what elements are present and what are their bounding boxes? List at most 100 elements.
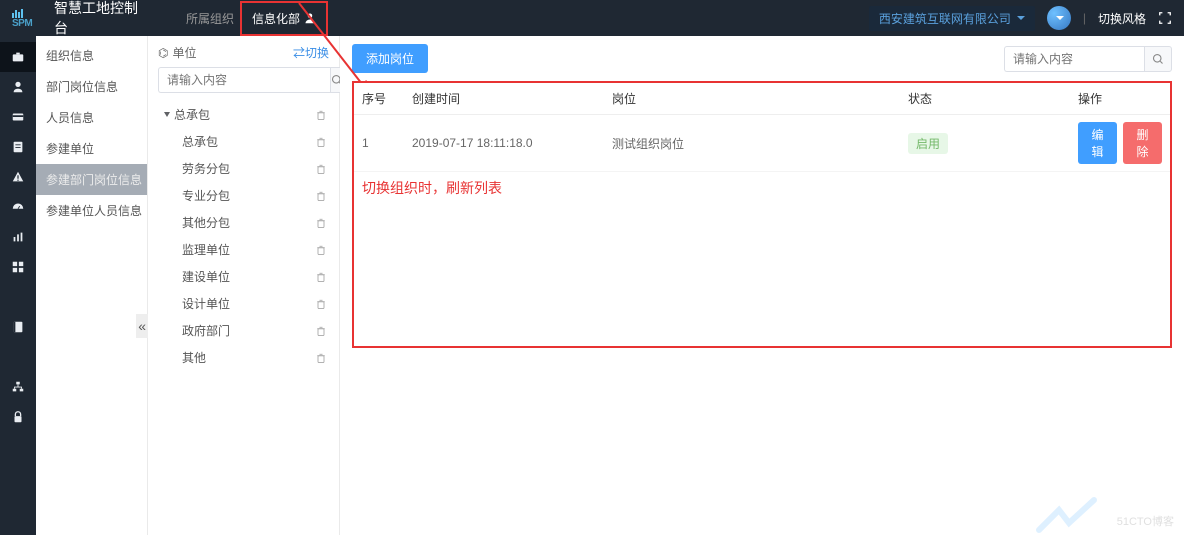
top-header: SPM 智慧工地控制台 所属组织 信息化部 西安建筑互联网有限公司 | 切换风格	[0, 0, 1184, 36]
hexagon-icon: ⌬	[158, 46, 168, 60]
th-index: 序号	[354, 83, 404, 114]
iconbar-grid[interactable]	[0, 252, 36, 282]
tree-title: ⌬ 单位	[158, 44, 197, 61]
crumb-current-label: 信息化部	[252, 10, 300, 27]
tree-node-child[interactable]: 其他	[160, 344, 329, 371]
crumb-parent[interactable]: 所属组织	[180, 10, 240, 27]
org-selector[interactable]: 西安建筑互联网有限公司	[869, 6, 1035, 31]
nav-item-dept-post[interactable]: 部门岗位信息	[36, 71, 147, 102]
tree-search-input[interactable]	[158, 67, 330, 93]
logo-mark: SPM	[12, 9, 46, 28]
tree-icon	[11, 380, 25, 394]
switch-theme-link[interactable]: 切换风格	[1098, 10, 1146, 27]
tree-switch-link[interactable]: ⇄切换	[293, 44, 329, 61]
nav-item-org-info[interactable]: 组织信息	[36, 40, 147, 71]
chevron-down-icon	[1056, 16, 1064, 20]
chart-icon	[11, 230, 25, 244]
trash-icon[interactable]	[315, 298, 327, 310]
trash-icon[interactable]	[315, 244, 327, 256]
trash-icon[interactable]	[315, 190, 327, 202]
tree-node-child[interactable]: 专业分包	[160, 182, 329, 209]
tree-node-label: 总承包	[182, 133, 218, 150]
tree-node-root[interactable]: 总承包	[160, 101, 329, 128]
nav-column: 组织信息 部门岗位信息 人员信息 参建单位 参建部门岗位信息 参建单位人员信息 …	[36, 36, 148, 535]
nav-item-personnel[interactable]: 人员信息	[36, 102, 147, 133]
fullscreen-icon[interactable]	[1158, 11, 1172, 25]
tree-node-child[interactable]: 建设单位	[160, 263, 329, 290]
tree-node-label: 其他	[182, 349, 206, 366]
tree-node-child[interactable]: 劳务分包	[160, 155, 329, 182]
delete-button[interactable]: 删 除	[1123, 122, 1162, 164]
dashboard-icon	[11, 200, 25, 214]
trash-icon[interactable]	[315, 325, 327, 337]
search-icon	[1152, 53, 1164, 65]
tree-root: 总承包 总承包 劳务分包 专业分包 其他分包 监理单位 建设单位 设计单位 政府…	[158, 101, 329, 371]
logo-block: SPM 智慧工地控制台	[0, 0, 160, 38]
caret-down-icon	[164, 112, 170, 117]
tree-column: ⌬ 单位 ⇄切换 总承包 总承包 劳务分包 专业分包 其他分包 监理单位 建设单…	[148, 36, 340, 535]
tree-node-label: 政府部门	[182, 322, 230, 339]
iconbar-card[interactable]	[0, 102, 36, 132]
trash-icon[interactable]	[315, 109, 327, 121]
book-icon	[11, 320, 25, 334]
card-icon	[11, 110, 25, 124]
watermark-logo	[1034, 495, 1104, 535]
header-right: 西安建筑互联网有限公司 | 切换风格	[869, 6, 1184, 31]
iconbar-tree[interactable]	[0, 372, 36, 402]
layout: 组织信息 部门岗位信息 人员信息 参建单位 参建部门岗位信息 参建单位人员信息 …	[0, 36, 1184, 535]
app-title: 智慧工地控制台	[54, 0, 148, 38]
main-search-button[interactable]	[1144, 46, 1172, 72]
grid-icon	[11, 260, 25, 274]
main-search-input[interactable]	[1004, 46, 1144, 72]
tree-node-child[interactable]: 政府部门	[160, 317, 329, 344]
tree-node-label: 建设单位	[182, 268, 230, 285]
add-post-button[interactable]: 添加岗位	[352, 44, 428, 73]
trash-icon[interactable]	[315, 163, 327, 175]
lock-icon	[11, 410, 25, 424]
tree-node-label: 设计单位	[182, 295, 230, 312]
user-icon	[11, 80, 25, 94]
tree-node-label: 总承包	[174, 106, 210, 123]
tree-node-child[interactable]: 总承包	[160, 128, 329, 155]
iconbar-dashboard[interactable]	[0, 192, 36, 222]
tree-node-child[interactable]: 其他分包	[160, 209, 329, 236]
trash-icon[interactable]	[315, 271, 327, 283]
main-toolbar: 添加岗位	[352, 44, 1172, 73]
tree-node-label: 其他分包	[182, 214, 230, 231]
briefcase-icon	[11, 50, 25, 64]
iconbar-doc[interactable]	[0, 132, 36, 162]
doc-icon	[11, 140, 25, 154]
tree-search	[158, 67, 329, 93]
iconbar-chart[interactable]	[0, 222, 36, 252]
nav-item-participating-personnel[interactable]: 参建单位人员信息	[36, 195, 147, 226]
trash-icon[interactable]	[315, 217, 327, 229]
tree-node-child[interactable]: 设计单位	[160, 290, 329, 317]
iconbar-user[interactable]	[0, 72, 36, 102]
tree-node-label: 监理单位	[182, 241, 230, 258]
collapse-nav-button[interactable]: «	[136, 314, 148, 338]
table-row: 1 2019-07-17 18:11:18.0 测试组织岗位 启用 编 辑 删 …	[354, 115, 1170, 172]
td-post: 测试组织岗位	[604, 128, 900, 159]
tree-node-child[interactable]: 监理单位	[160, 236, 329, 263]
iconbar-briefcase[interactable]	[0, 42, 36, 72]
separator: |	[1083, 11, 1086, 25]
main-column: 添加岗位 序号 创建时间 岗位 状态 操作	[340, 36, 1184, 535]
table-empty-area	[354, 198, 1170, 346]
th-create-time: 创建时间	[404, 83, 604, 114]
tree-title-text: 单位	[172, 44, 196, 61]
avatar[interactable]	[1047, 6, 1071, 30]
logo-text: SPM	[12, 18, 32, 29]
th-post: 岗位	[604, 83, 900, 114]
trash-icon[interactable]	[315, 136, 327, 148]
tree-node-label: 劳务分包	[182, 160, 230, 177]
nav-item-participating-unit[interactable]: 参建单位	[36, 133, 147, 164]
icon-bar	[0, 36, 36, 535]
trash-icon[interactable]	[315, 352, 327, 364]
crumb-current[interactable]: 信息化部	[240, 1, 328, 36]
annotation-text: 切换组织时，刷新列表	[354, 172, 1170, 198]
edit-button[interactable]: 编 辑	[1078, 122, 1117, 164]
iconbar-warning[interactable]	[0, 162, 36, 192]
iconbar-book[interactable]	[0, 312, 36, 342]
iconbar-lock[interactable]	[0, 402, 36, 432]
nav-item-participating-post[interactable]: 参建部门岗位信息	[36, 164, 147, 195]
